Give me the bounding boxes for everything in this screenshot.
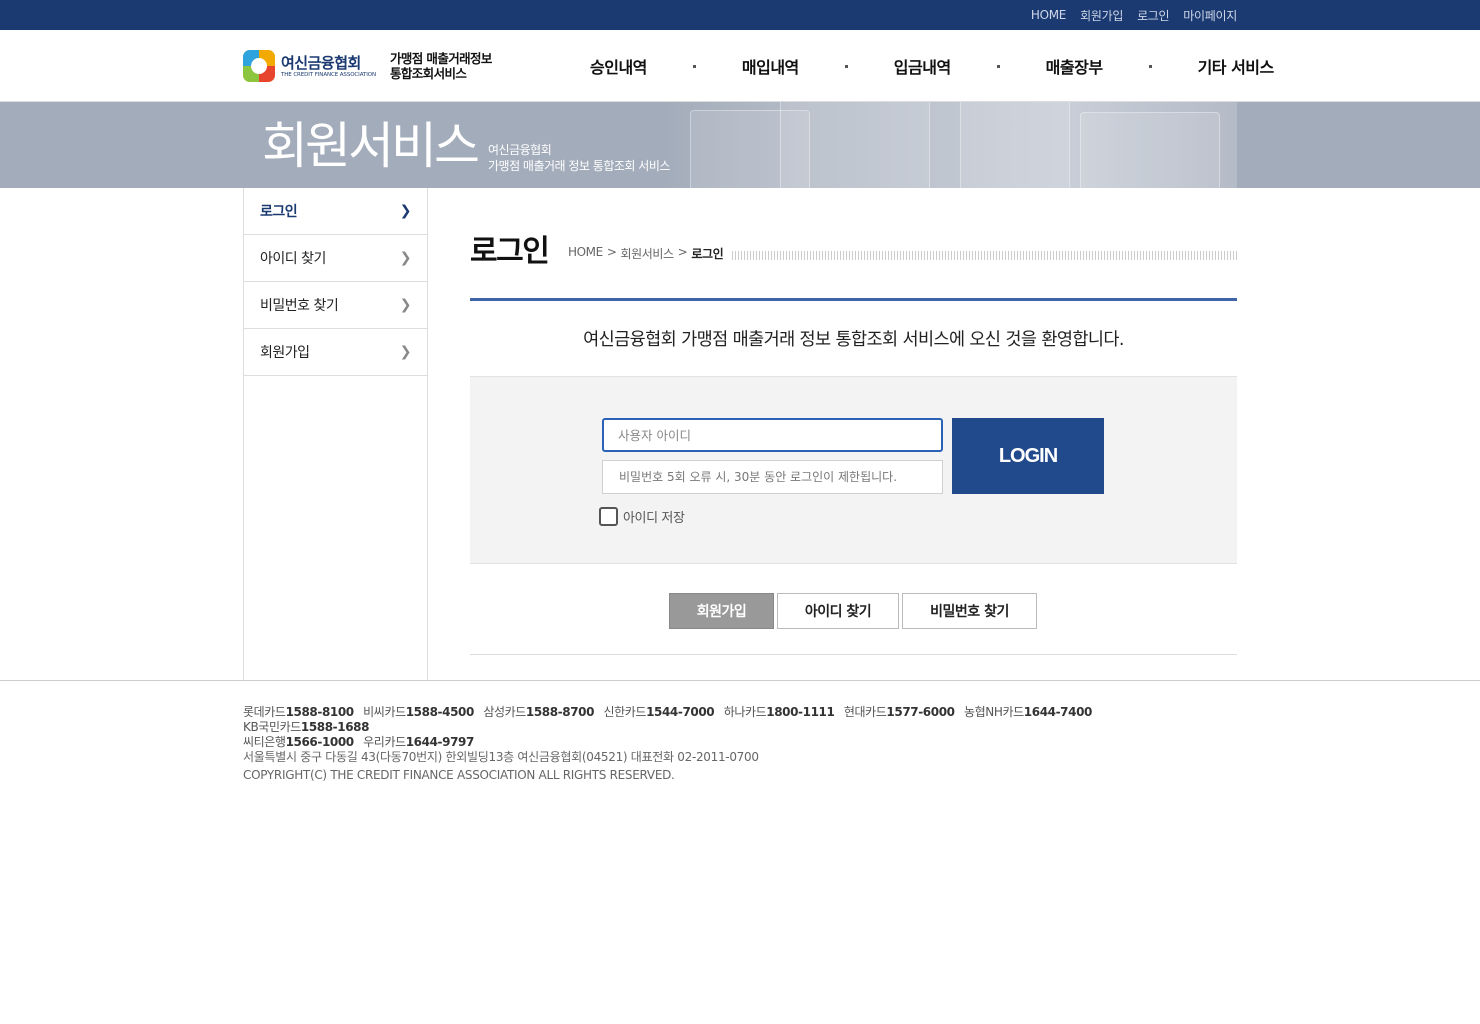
copyright: COPYRIGHT(C) THE CREDIT FINANCE ASSOCIAT… [243, 768, 675, 782]
page-title: 로그인 [470, 234, 550, 269]
decorative-line [732, 251, 1237, 260]
breadcrumb-section[interactable]: 회원서비스 [620, 245, 674, 262]
nav-separator [1148, 64, 1152, 68]
home-link[interactable]: HOME [1031, 8, 1067, 22]
address-line: 서울특별시 중구 다동길 43(다동70번지) 한외빌딩13층 여신금융협회(0… [243, 750, 759, 764]
side-menu-find-id[interactable]: 아이디 찾기 ❯ [244, 235, 427, 282]
side-menu-find-password[interactable]: 비밀번호 찾기 ❯ [244, 282, 427, 329]
breadcrumb-separator-icon: > [677, 245, 688, 259]
site-footer: 롯데카드1588-8100 비씨카드1588-4500 삼성카드1588-870… [0, 680, 1480, 1024]
banner-description: 여신금융협회 가맹점 매출거래 정보 통합조회 서비스 [488, 143, 670, 173]
account-actions: 회원가입 아이디 찾기 비밀번호 찾기 [669, 593, 1037, 629]
phone-entry: 롯데카드1588-8100 [243, 705, 354, 719]
password-input[interactable] [602, 460, 943, 494]
title-divider [470, 298, 1237, 301]
checkbox-icon[interactable] [599, 507, 618, 526]
login-form: LOGIN 아이디 저장 [470, 376, 1237, 564]
side-menu-login[interactable]: 로그인 ❯ [244, 188, 427, 235]
phone-entry: 비씨카드1588-4500 [363, 705, 474, 719]
user-id-input[interactable] [602, 418, 943, 452]
chevron-right-icon: ❯ [399, 250, 412, 266]
side-menu-join[interactable]: 회원가입 ❯ [244, 329, 427, 376]
service-name: 가맹점 매출거래정보 통합조회서비스 [389, 51, 492, 81]
nav-other-services[interactable]: 기타 서비스 [1183, 54, 1289, 78]
phone-entry: KB국민카드1588-1688 [243, 720, 370, 734]
site-logo[interactable]: 여신금융협회 THE CREDIT FINANCE ASSOCIATION 가맹… [243, 50, 492, 82]
card-company-phones: 롯데카드1588-8100 비씨카드1588-4500 삼성카드1588-870… [243, 705, 1203, 750]
phone-entry: 현대카드1577-6000 [843, 705, 955, 719]
nav-separator [996, 64, 1000, 68]
top-utility-bar: HOME 회원가입 로그인 마이페이지 [0, 0, 1480, 30]
mypage-link[interactable]: 마이페이지 [1183, 7, 1237, 24]
nav-separator [844, 64, 848, 68]
chevron-right-icon: ❯ [399, 297, 412, 313]
breadcrumb-separator-icon: > [606, 245, 617, 259]
login-button[interactable]: LOGIN [952, 418, 1104, 494]
save-id-checkbox[interactable]: 아이디 저장 [599, 507, 685, 526]
logo-icon [243, 50, 275, 82]
nav-separator [692, 64, 696, 68]
find-id-button[interactable]: 아이디 찾기 [777, 593, 899, 629]
breadcrumb-home[interactable]: HOME [568, 245, 603, 262]
breadcrumb: HOME > 회원서비스 > 로그인 [568, 245, 724, 262]
phone-entry: 삼성카드1588-8700 [483, 705, 595, 719]
join-link[interactable]: 회원가입 [1080, 7, 1123, 24]
join-button[interactable]: 회원가입 [669, 593, 774, 629]
nav-purchase[interactable]: 매입내역 [727, 54, 814, 78]
side-menu: 로그인 ❯ 아이디 찾기 ❯ 비밀번호 찾기 ❯ 회원가입 ❯ [243, 188, 428, 681]
credit-cards-image [660, 102, 1237, 188]
nav-ledger[interactable]: 매출장부 [1031, 54, 1118, 78]
site-header: 여신금융협회 THE CREDIT FINANCE ASSOCIATION 가맹… [0, 30, 1480, 102]
logo-name: 여신금융협회 [281, 53, 361, 72]
phone-entry: 하나카드1800-1111 [723, 705, 835, 719]
phone-entry: 농협NH카드1644-7400 [964, 705, 1092, 719]
chevron-right-icon: ❯ [399, 344, 412, 360]
logo-english: THE CREDIT FINANCE ASSOCIATION [281, 71, 376, 78]
nav-approval[interactable]: 승인내역 [575, 54, 662, 78]
save-id-label: 아이디 저장 [623, 511, 685, 526]
content-divider [470, 654, 1237, 655]
section-banner: 회원서비스 여신금융협회 가맹점 매출거래 정보 통합조회 서비스 [0, 102, 1480, 188]
find-password-button[interactable]: 비밀번호 찾기 [902, 593, 1037, 629]
main-nav: 승인내역 매입내역 입금내역 매출장부 기타 서비스 [575, 30, 1289, 102]
welcome-message: 여신금융협회 가맹점 매출거래 정보 통합조회 서비스에 오신 것을 환영합니다… [583, 330, 1124, 350]
chevron-right-icon: ❯ [399, 203, 412, 219]
breadcrumb-current: 로그인 [691, 247, 724, 261]
nav-deposit[interactable]: 입금내역 [879, 54, 966, 78]
banner-title: 회원서비스 [262, 117, 480, 175]
utility-links: HOME 회원가입 로그인 마이페이지 [1031, 0, 1237, 30]
phone-entry: 신한카드1544-7000 [603, 705, 715, 719]
login-link[interactable]: 로그인 [1137, 7, 1170, 24]
footer-address: 서울특별시 중구 다동길 43(다동70번지) 한외빌딩13층 여신금융협회(0… [243, 748, 759, 784]
